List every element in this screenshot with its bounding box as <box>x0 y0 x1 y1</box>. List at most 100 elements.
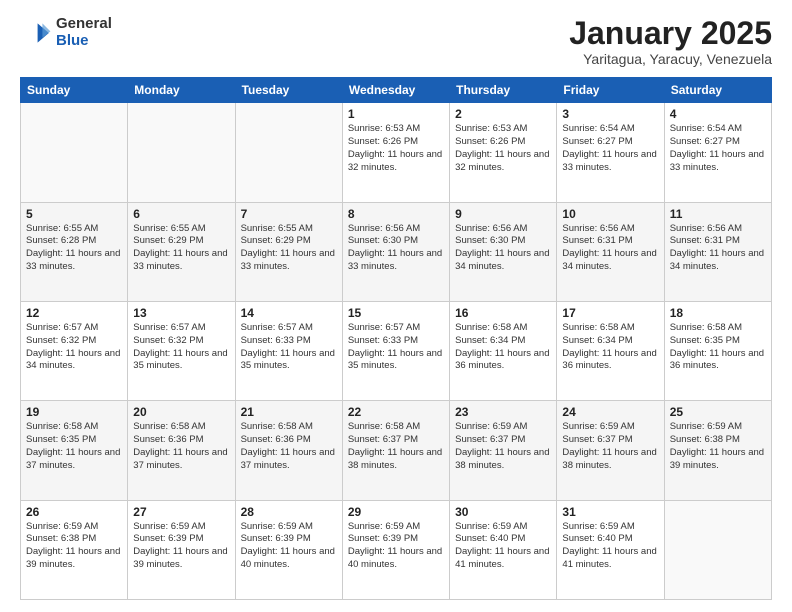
cell-date: 6 <box>133 207 229 221</box>
cell-info: Sunrise: 6:56 AM Sunset: 6:31 PM Dayligh… <box>562 223 658 274</box>
cell-date: 12 <box>26 306 122 320</box>
cell-info: Sunrise: 6:59 AM Sunset: 6:39 PM Dayligh… <box>133 521 229 572</box>
cell-info: Sunrise: 6:57 AM Sunset: 6:32 PM Dayligh… <box>133 322 229 373</box>
cell-date: 23 <box>455 405 551 419</box>
cell-info: Sunrise: 6:54 AM Sunset: 6:27 PM Dayligh… <box>562 123 658 174</box>
cell-date: 16 <box>455 306 551 320</box>
cell-date: 2 <box>455 107 551 121</box>
cell-info: Sunrise: 6:59 AM Sunset: 6:37 PM Dayligh… <box>455 421 551 472</box>
table-row: 28Sunrise: 6:59 AM Sunset: 6:39 PM Dayli… <box>235 500 342 599</box>
table-row: 16Sunrise: 6:58 AM Sunset: 6:34 PM Dayli… <box>450 301 557 400</box>
header: General Blue January 2025 Yaritagua, Yar… <box>20 16 772 67</box>
cell-date: 24 <box>562 405 658 419</box>
cell-info: Sunrise: 6:56 AM Sunset: 6:30 PM Dayligh… <box>348 223 444 274</box>
logo-blue-text: Blue <box>56 33 112 50</box>
cell-info: Sunrise: 6:53 AM Sunset: 6:26 PM Dayligh… <box>455 123 551 174</box>
calendar-week-row: 1 Sunrise: 6:53 AM Sunset: 6:26 PM Daylig… <box>21 103 772 202</box>
table-row: 21Sunrise: 6:58 AM Sunset: 6:36 PM Dayli… <box>235 401 342 500</box>
calendar-table: Sunday Monday Tuesday Wednesday Thursday… <box>20 77 772 600</box>
cell-date: 18 <box>670 306 766 320</box>
cell-date: 22 <box>348 405 444 419</box>
subtitle: Yaritagua, Yaracuy, Venezuela <box>569 51 772 67</box>
cell-info: Sunrise: 6:55 AM Sunset: 6:28 PM Dayligh… <box>26 223 122 274</box>
cell-info: Sunrise: 6:59 AM Sunset: 6:40 PM Dayligh… <box>562 521 658 572</box>
table-row: 6 Sunrise: 6:55 AM Sunset: 6:29 PM Daylig… <box>128 202 235 301</box>
cell-info: Sunrise: 6:59 AM Sunset: 6:38 PM Dayligh… <box>26 521 122 572</box>
cell-date: 11 <box>670 207 766 221</box>
col-friday: Friday <box>557 78 664 103</box>
col-thursday: Thursday <box>450 78 557 103</box>
table-row: 27 Sunrise: 6:59 AM Sunset: 6:39 PM Dayli… <box>128 500 235 599</box>
table-row: 25 Sunrise: 6:59 AM Sunset: 6:38 PM Dayli… <box>664 401 771 500</box>
cell-date: 5 <box>26 207 122 221</box>
table-row: 11 Sunrise: 6:56 AM Sunset: 6:31 PM Dayli… <box>664 202 771 301</box>
cell-info: Sunrise: 6:56 AM Sunset: 6:31 PM Dayligh… <box>670 223 766 274</box>
table-row: 15 Sunrise: 6:57 AM Sunset: 6:33 PM Dayli… <box>342 301 449 400</box>
cell-date: 31 <box>562 505 658 519</box>
table-row: 7Sunrise: 6:55 AM Sunset: 6:29 PM Daylig… <box>235 202 342 301</box>
cell-date: 9 <box>455 207 551 221</box>
cell-date: 3 <box>562 107 658 121</box>
calendar-week-row: 5 Sunrise: 6:55 AM Sunset: 6:28 PM Daylig… <box>21 202 772 301</box>
table-row <box>664 500 771 599</box>
col-monday: Monday <box>128 78 235 103</box>
cell-date: 21 <box>241 405 337 419</box>
cell-date: 4 <box>670 107 766 121</box>
table-row: 18 Sunrise: 6:58 AM Sunset: 6:35 PM Dayli… <box>664 301 771 400</box>
cell-date: 25 <box>670 405 766 419</box>
col-wednesday: Wednesday <box>342 78 449 103</box>
cell-date: 26 <box>26 505 122 519</box>
table-row: 1Sunrise: 6:53 AM Sunset: 6:26 PM Daylig… <box>342 103 449 202</box>
cell-date: 19 <box>26 405 122 419</box>
cell-date: 15 <box>348 306 444 320</box>
table-row: 14 Sunrise: 6:57 AM Sunset: 6:33 PM Dayli… <box>235 301 342 400</box>
table-row: 8 Sunrise: 6:56 AM Sunset: 6:30 PM Daylig… <box>342 202 449 301</box>
cell-info: Sunrise: 6:59 AM Sunset: 6:38 PM Dayligh… <box>670 421 766 472</box>
calendar-header-row: Sunday Monday Tuesday Wednesday Thursday… <box>21 78 772 103</box>
cell-date: 7 <box>241 207 337 221</box>
calendar-week-row: 26 Sunrise: 6:59 AM Sunset: 6:38 PM Dayli… <box>21 500 772 599</box>
table-row: 17 Sunrise: 6:58 AM Sunset: 6:34 PM Dayli… <box>557 301 664 400</box>
table-row: 2 Sunrise: 6:53 AM Sunset: 6:26 PM Daylig… <box>450 103 557 202</box>
table-row: 30Sunrise: 6:59 AM Sunset: 6:40 PM Dayli… <box>450 500 557 599</box>
cell-date: 10 <box>562 207 658 221</box>
cell-date: 1 <box>348 107 444 121</box>
table-row: 5 Sunrise: 6:55 AM Sunset: 6:28 PM Daylig… <box>21 202 128 301</box>
table-row: 10 Sunrise: 6:56 AM Sunset: 6:31 PM Dayli… <box>557 202 664 301</box>
cell-date: 29 <box>348 505 444 519</box>
cell-info: Sunrise: 6:58 AM Sunset: 6:36 PM Dayligh… <box>133 421 229 472</box>
cell-date: 28 <box>241 505 337 519</box>
table-row: 23 Sunrise: 6:59 AM Sunset: 6:37 PM Dayli… <box>450 401 557 500</box>
table-row: 29 Sunrise: 6:59 AM Sunset: 6:39 PM Dayli… <box>342 500 449 599</box>
logo-general-text: General <box>56 16 112 33</box>
table-row: 26 Sunrise: 6:59 AM Sunset: 6:38 PM Dayli… <box>21 500 128 599</box>
cell-info: Sunrise: 6:59 AM Sunset: 6:37 PM Dayligh… <box>562 421 658 472</box>
logo: General Blue <box>20 16 112 49</box>
cell-info: Sunrise: 6:58 AM Sunset: 6:35 PM Dayligh… <box>670 322 766 373</box>
logo-text: General Blue <box>56 16 112 49</box>
main-title: January 2025 <box>569 16 772 51</box>
cell-info: Sunrise: 6:56 AM Sunset: 6:30 PM Dayligh… <box>455 223 551 274</box>
table-row: 4Sunrise: 6:54 AM Sunset: 6:27 PM Daylig… <box>664 103 771 202</box>
page: General Blue January 2025 Yaritagua, Yar… <box>0 0 792 612</box>
cell-info: Sunrise: 6:58 AM Sunset: 6:34 PM Dayligh… <box>562 322 658 373</box>
cell-date: 27 <box>133 505 229 519</box>
col-sunday: Sunday <box>21 78 128 103</box>
col-tuesday: Tuesday <box>235 78 342 103</box>
table-row <box>128 103 235 202</box>
cell-date: 8 <box>348 207 444 221</box>
cell-info: Sunrise: 6:59 AM Sunset: 6:39 PM Dayligh… <box>348 521 444 572</box>
table-row: 9 Sunrise: 6:56 AM Sunset: 6:30 PM Daylig… <box>450 202 557 301</box>
calendar-week-row: 19Sunrise: 6:58 AM Sunset: 6:35 PM Dayli… <box>21 401 772 500</box>
cell-date: 17 <box>562 306 658 320</box>
table-row: 12Sunrise: 6:57 AM Sunset: 6:32 PM Dayli… <box>21 301 128 400</box>
cell-date: 14 <box>241 306 337 320</box>
calendar-week-row: 12 Sunrise: 6:57 AM Sunset: 6:32 PM Dayli… <box>21 301 772 400</box>
cell-info: Sunrise: 6:55 AM Sunset: 6:29 PM Dayligh… <box>133 223 229 274</box>
table-row: 3 Sunrise: 6:54 AM Sunset: 6:27 PM Daylig… <box>557 103 664 202</box>
cell-info: Sunrise: 6:57 AM Sunset: 6:33 PM Dayligh… <box>348 322 444 373</box>
title-block: January 2025 Yaritagua, Yaracuy, Venezue… <box>569 16 772 67</box>
table-row: 20Sunrise: 6:58 AM Sunset: 6:36 PM Dayli… <box>128 401 235 500</box>
table-row: 31 Sunrise: 6:59 AM Sunset: 6:40 PM Dayli… <box>557 500 664 599</box>
cell-info: Sunrise: 6:57 AM Sunset: 6:33 PM Dayligh… <box>241 322 337 373</box>
